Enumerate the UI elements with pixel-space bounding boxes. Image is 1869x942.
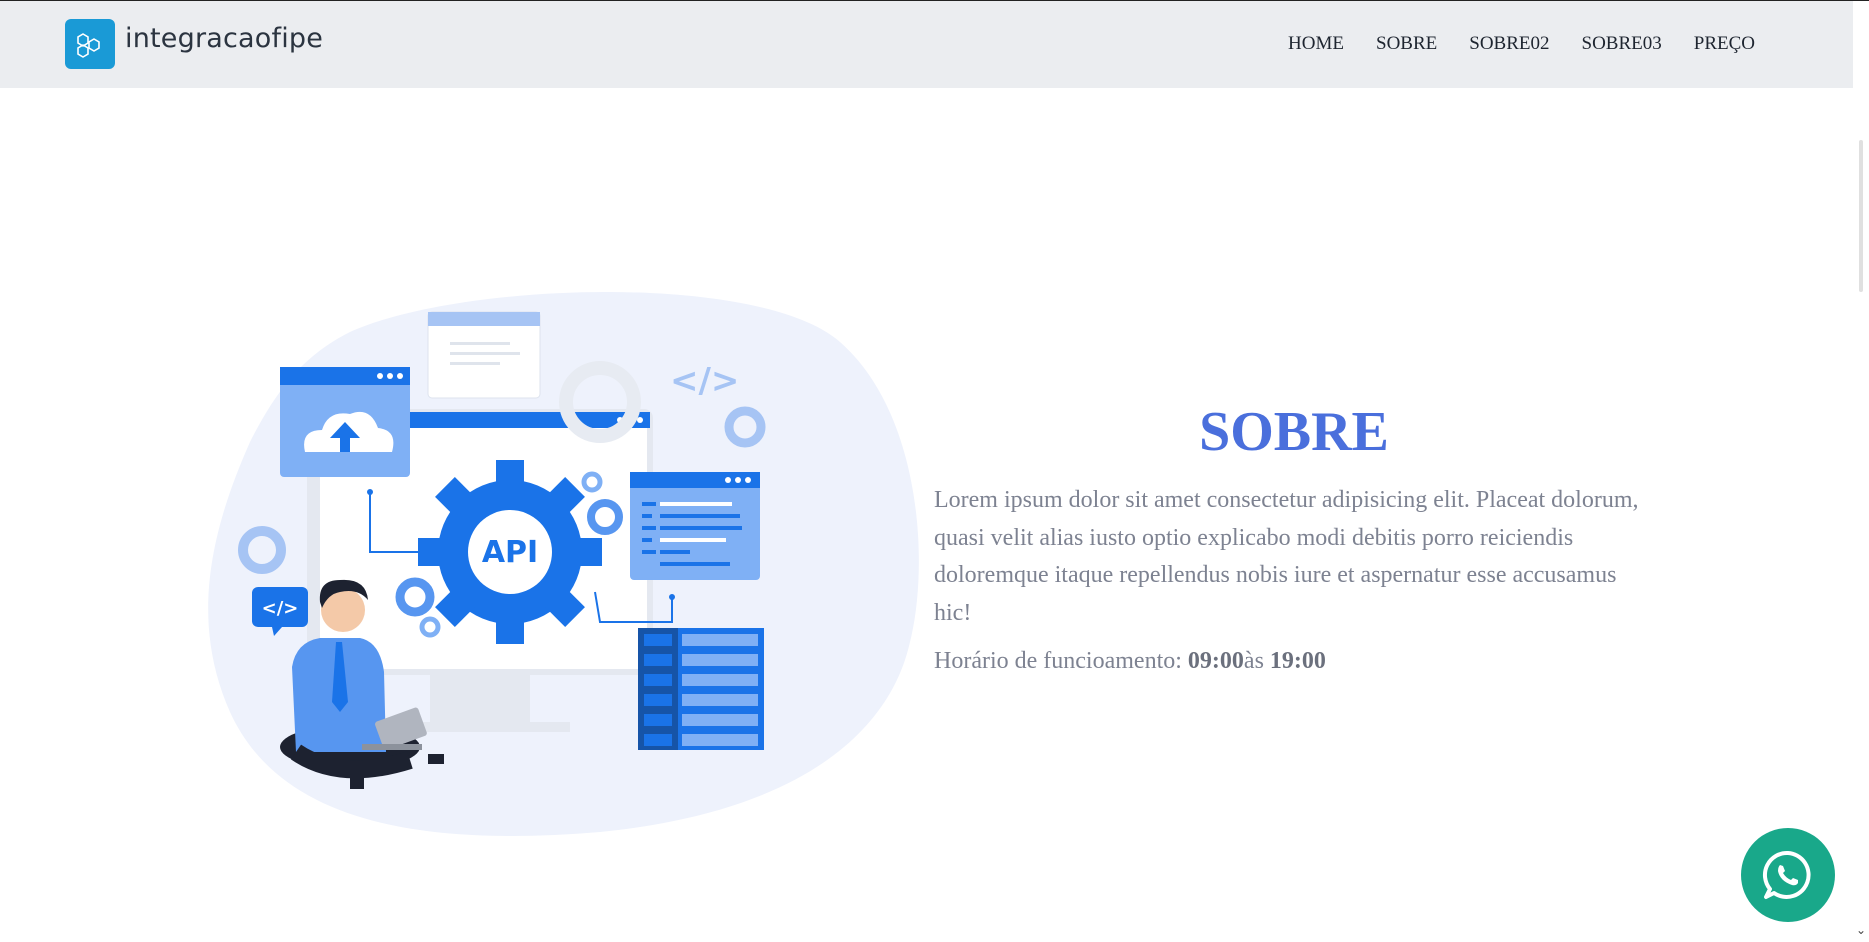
navbar: integracaofipe HOME SOBRE SOBRE02 SOBRE0… (0, 1, 1853, 88)
nav-item-sobre03[interactable]: SOBRE03 (1582, 33, 1662, 55)
nav-item-sobre[interactable]: SOBRE (1376, 33, 1437, 55)
scroll-down-arrow-icon[interactable]: ⌄ (1856, 923, 1866, 938)
code-bubble-label: </> (262, 598, 299, 619)
section-title: SOBRE (1199, 401, 1389, 463)
hours-open: 09:00 (1187, 648, 1244, 674)
nav-item-home[interactable]: HOME (1288, 33, 1344, 55)
hexagon-logo-icon[interactable] (65, 19, 115, 69)
whatsapp-button[interactable] (1741, 828, 1835, 922)
api-label: API (482, 535, 538, 570)
code-tag-label: </> (670, 361, 739, 401)
hours-close: 19:00 (1269, 648, 1326, 674)
section-description: Lorem ipsum dolor sit amet consectetur a… (934, 487, 1639, 626)
opening-hours: Horário de funcioamento: 09:00às 19:00 (934, 648, 1654, 675)
hours-separator: às (1243, 648, 1270, 674)
api-developer-illustration: </> API </> (200, 282, 920, 842)
nav-item-preco[interactable]: PREÇO (1694, 33, 1755, 55)
hours-prefix: Horário de funcioamento: (934, 648, 1188, 674)
page-scrollbar[interactable]: ⌄ (1853, 88, 1869, 942)
nav-item-sobre02[interactable]: SOBRE02 (1469, 33, 1549, 55)
scrollbar-thumb[interactable] (1859, 140, 1863, 292)
about-section: SOBRE Lorem ipsum dolor sit amet consect… (934, 400, 1654, 675)
brand-name[interactable]: integracaofipe (125, 23, 323, 54)
whatsapp-icon (1762, 850, 1811, 899)
main-nav: HOME SOBRE SOBRE02 SOBRE03 PREÇO (1288, 33, 1755, 55)
